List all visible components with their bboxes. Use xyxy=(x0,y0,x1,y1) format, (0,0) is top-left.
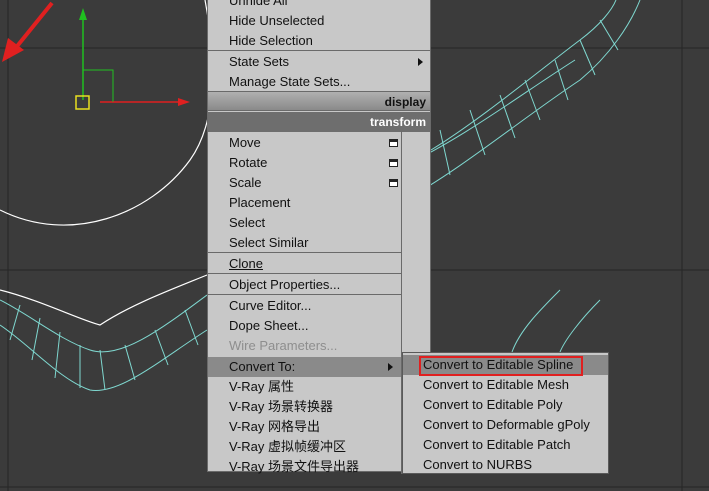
menu-header-display: display xyxy=(208,91,430,111)
menu-separator xyxy=(208,294,402,295)
menu-item-convert-editable-poly[interactable]: Convert to Editable Poly xyxy=(403,395,608,415)
perspective-viewport[interactable]: Unhide All Hide Unselected Hide Selectio… xyxy=(0,0,709,491)
menu-header-transform: transform xyxy=(208,112,430,132)
floating-window-icon[interactable] xyxy=(389,159,398,167)
menu-item-select[interactable]: Select xyxy=(208,213,402,233)
menu-item-wire-parameters: Wire Parameters... xyxy=(229,338,338,353)
menu-item-convert-nurbs[interactable]: Convert to NURBS xyxy=(403,455,608,475)
menu-separator xyxy=(208,50,430,51)
transform-gizmo xyxy=(75,8,190,110)
menu-item-select-similar[interactable]: Select Similar xyxy=(208,233,402,253)
menu-item-scale[interactable]: Scale xyxy=(208,173,402,193)
menu-item-unhide-all[interactable]: Unhide All xyxy=(208,0,430,11)
menu-item-hide-selection[interactable]: Hide Selection xyxy=(208,31,430,51)
menu-item-convert-editable-patch[interactable]: Convert to Editable Patch xyxy=(403,435,608,455)
annotation-highlight-box xyxy=(419,356,583,376)
menu-item-convert-deformable-gpoly[interactable]: Convert to Deformable gPoly xyxy=(403,415,608,435)
menu-item-vray-scene-converter[interactable]: V-Ray 场景转换器 xyxy=(208,397,402,417)
menu-item-convert-editable-mesh[interactable]: Convert to Editable Mesh xyxy=(403,375,608,395)
menu-item-clone[interactable]: Clone xyxy=(208,254,402,274)
annotation-arrow-icon xyxy=(2,1,54,62)
menu-item-placement[interactable]: Placement xyxy=(208,193,402,213)
menu-item-vray-mesh-export[interactable]: V-Ray 网格导出 xyxy=(208,417,402,437)
submenu-arrow-icon xyxy=(418,58,423,66)
menu-item-vray-frame-buffer[interactable]: V-Ray 虚拟帧缓冲区 xyxy=(208,437,402,457)
submenu-arrow-icon xyxy=(388,363,393,371)
menu-item-move[interactable]: Move xyxy=(208,133,402,153)
floating-window-icon[interactable] xyxy=(389,139,398,147)
menu-separator xyxy=(208,273,402,274)
menu-item-hide-unselected[interactable]: Hide Unselected xyxy=(208,11,430,31)
menu-item-state-sets[interactable]: State Sets xyxy=(208,52,430,72)
menu-item-convert-to[interactable]: Convert To: xyxy=(208,357,402,377)
menu-item-curve-editor[interactable]: Curve Editor... xyxy=(208,296,402,316)
menu-item-vray-properties[interactable]: V-Ray 属性 xyxy=(208,377,402,397)
menu-separator xyxy=(208,252,402,253)
quad-menu: Unhide All Hide Unselected Hide Selectio… xyxy=(207,0,431,474)
menu-item-vray-scene-exporter[interactable]: V-Ray 场景文件导出器 xyxy=(208,457,402,477)
menu-item-manage-state-sets[interactable]: Manage State Sets... xyxy=(208,72,430,92)
menu-item-dope-sheet[interactable]: Dope Sheet... xyxy=(208,316,402,336)
floating-window-icon[interactable] xyxy=(389,179,398,187)
menu-item-rotate[interactable]: Rotate xyxy=(208,153,402,173)
menu-item-object-properties[interactable]: Object Properties... xyxy=(208,275,402,295)
